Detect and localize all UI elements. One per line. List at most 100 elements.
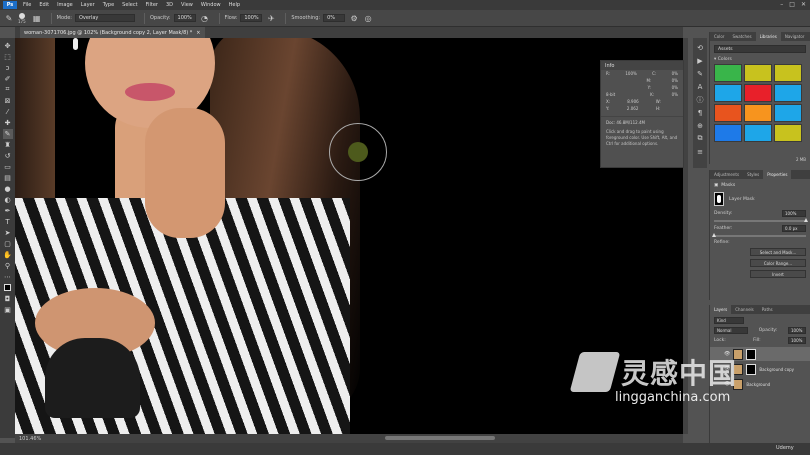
tab-paths[interactable]: Paths xyxy=(758,305,777,314)
path-select-tool-icon[interactable]: ➤ xyxy=(3,228,13,238)
color-swatch[interactable] xyxy=(774,124,802,142)
minimize-button[interactable]: – xyxy=(780,1,783,8)
color-swatch[interactable] xyxy=(774,84,802,102)
color-swatch[interactable] xyxy=(744,124,772,142)
fill-field[interactable]: 100% xyxy=(788,337,806,344)
timeline-icon[interactable]: ≡ xyxy=(696,147,705,156)
character-icon[interactable]: A xyxy=(696,82,705,91)
clone-stamp-tool-icon[interactable]: ♜ xyxy=(3,140,13,150)
pen-tool-icon[interactable]: ✒ xyxy=(3,206,13,216)
lasso-tool-icon[interactable]: ↄ xyxy=(3,63,13,73)
tab-color[interactable]: Color xyxy=(710,32,728,41)
eyedropper-tool-icon[interactable]: ⁄ xyxy=(3,107,13,117)
more-tools-icon[interactable]: ⋯ xyxy=(3,272,13,282)
pressure-size-icon[interactable]: ◎ xyxy=(363,13,373,23)
menu-type[interactable]: Type xyxy=(103,2,114,8)
eraser-tool-icon[interactable]: ▭ xyxy=(3,162,13,172)
crop-tool-icon[interactable]: ⌗ xyxy=(3,85,13,95)
color-swatches-icon[interactable] xyxy=(3,283,13,293)
flow-field[interactable]: 100% xyxy=(240,14,263,22)
colors-section-label[interactable]: ▾ Colors xyxy=(714,57,806,62)
tab-styles[interactable]: Styles xyxy=(743,170,763,179)
brush-size-picker[interactable]: 175 xyxy=(18,12,26,24)
color-swatch[interactable] xyxy=(714,84,742,102)
menu-file[interactable]: File xyxy=(23,2,31,8)
zoom-tool-icon[interactable]: ⚲ xyxy=(3,261,13,271)
color-swatch[interactable] xyxy=(714,104,742,122)
brush-settings-icon[interactable]: ✎ xyxy=(696,69,705,78)
layer-mask-thumbnail[interactable] xyxy=(746,363,757,375)
glyphs-icon[interactable]: ⧉ xyxy=(696,134,705,143)
dodge-tool-icon[interactable]: ◐ xyxy=(3,195,13,205)
tab-navigator[interactable]: Navigator xyxy=(781,32,809,41)
tab-properties[interactable]: Properties xyxy=(763,170,792,179)
info-panel-title[interactable]: Info xyxy=(601,61,683,70)
color-swatch[interactable] xyxy=(714,64,742,82)
select-and-mask-button[interactable]: Select and Mask... xyxy=(750,248,806,256)
screen-mode-icon[interactable]: ▣ xyxy=(3,305,13,315)
pressure-opacity-icon[interactable]: ◔ xyxy=(200,13,210,23)
density-slider[interactable] xyxy=(714,218,808,222)
menu-3d[interactable]: 3D xyxy=(166,2,173,8)
menu-view[interactable]: View xyxy=(181,2,193,8)
density-slider-knob[interactable] xyxy=(803,218,808,222)
menu-window[interactable]: Window xyxy=(201,2,221,8)
move-tool-icon[interactable]: ✥ xyxy=(3,41,13,51)
frame-tool-icon[interactable]: ⊠ xyxy=(3,96,13,106)
history-icon[interactable]: ⟲ xyxy=(696,43,705,52)
mode-select[interactable]: Overlay xyxy=(74,14,135,22)
layer-kind-filter[interactable]: Kind xyxy=(714,317,744,324)
brush-panel-icon[interactable]: ▦ xyxy=(32,13,42,23)
menu-filter[interactable]: Filter xyxy=(146,2,158,8)
feather-field[interactable]: 0.0 px xyxy=(782,225,806,232)
library-select[interactable]: Assets xyxy=(714,45,806,53)
density-field[interactable]: 100% xyxy=(782,210,806,217)
airbrush-icon[interactable]: ✈ xyxy=(266,13,276,23)
tab-adjustments[interactable]: Adjustments xyxy=(710,170,743,179)
menu-image[interactable]: Image xyxy=(57,2,73,8)
tab-swatches[interactable]: Swatches xyxy=(728,32,755,41)
gear-icon[interactable]: ⚙ xyxy=(349,13,359,23)
gradient-tool-icon[interactable]: ▤ xyxy=(3,173,13,183)
layer-opacity-field[interactable]: 100% xyxy=(788,327,806,334)
close-icon[interactable]: × xyxy=(196,30,200,36)
actions-icon[interactable]: ▶ xyxy=(696,56,705,65)
close-button[interactable]: ✕ xyxy=(801,1,806,8)
blur-tool-icon[interactable]: ● xyxy=(3,184,13,194)
healing-tool-icon[interactable]: ✚ xyxy=(3,118,13,128)
layer-mask-thumbnail[interactable] xyxy=(746,348,757,360)
color-swatch[interactable] xyxy=(714,124,742,142)
opacity-field[interactable]: 100% xyxy=(173,14,196,22)
hand-tool-icon[interactable]: ✋ xyxy=(3,250,13,260)
zoom-level[interactable]: 101.46% xyxy=(19,436,41,442)
tab-channels[interactable]: Channels xyxy=(731,305,758,314)
menu-select[interactable]: Select xyxy=(122,2,137,8)
shape-tool-icon[interactable]: ▢ xyxy=(3,239,13,249)
info-icon[interactable]: ⓘ xyxy=(696,95,705,104)
color-swatch[interactable] xyxy=(744,84,772,102)
clone-source-icon[interactable]: ⊕ xyxy=(696,121,705,130)
document-tab[interactable]: woman-3071706.jpg @ 102% (Background cop… xyxy=(20,27,205,38)
color-swatch[interactable] xyxy=(774,64,802,82)
feather-slider-knob[interactable] xyxy=(711,233,716,237)
history-brush-tool-icon[interactable]: ↺ xyxy=(3,151,13,161)
color-swatch[interactable] xyxy=(774,104,802,122)
marquee-tool-icon[interactable]: ⬚ xyxy=(3,52,13,62)
brush-tool-icon[interactable]: ✎ xyxy=(4,13,14,23)
menu-edit[interactable]: Edit xyxy=(39,2,49,8)
horizontal-scrollbar[interactable] xyxy=(385,436,495,440)
type-tool-icon[interactable]: T xyxy=(3,217,13,227)
quick-mask-icon[interactable]: ◘ xyxy=(3,294,13,304)
brush-tool-icon[interactable]: ✎ xyxy=(2,128,13,139)
menu-help[interactable]: Help xyxy=(229,2,240,8)
maximize-button[interactable]: □ xyxy=(789,1,795,8)
color-range-button[interactable]: Color Range... xyxy=(750,259,806,267)
color-swatch[interactable] xyxy=(744,104,772,122)
menu-layer[interactable]: Layer xyxy=(81,2,95,8)
layer-mask-thumbnail[interactable] xyxy=(714,192,724,206)
paragraph-icon[interactable]: ¶ xyxy=(696,108,705,117)
tab-libraries[interactable]: Libraries xyxy=(755,32,781,41)
tab-layers[interactable]: Layers xyxy=(710,305,732,314)
blend-mode-select[interactable]: Normal xyxy=(714,327,748,334)
feather-slider[interactable] xyxy=(711,233,806,237)
